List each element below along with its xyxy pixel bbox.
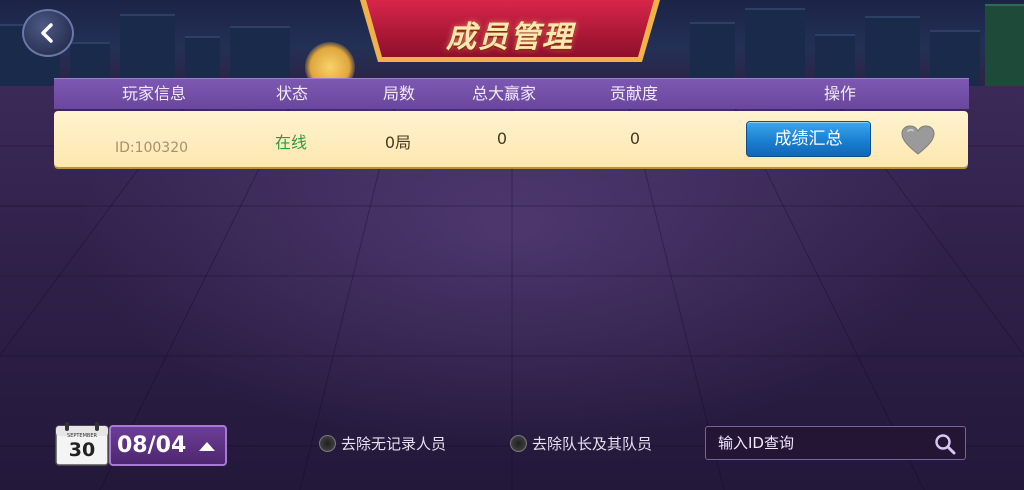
search-box — [705, 426, 966, 460]
calendar-day: 30 — [68, 439, 96, 461]
chevron-left-icon — [41, 23, 53, 43]
filter-no-record[interactable]: 去除无记录人员 — [319, 432, 446, 454]
back-button[interactable] — [22, 9, 74, 57]
radio-no-record[interactable] — [319, 434, 336, 452]
member-management-screen: 成员管理 玩家信息 状态 局数 总大赢家 贡献度 操作 ID:100320 在线… — [0, 0, 1024, 490]
player-id: ID:100320 — [114, 140, 189, 156]
column-contribution: 贡献度 — [609, 84, 658, 103]
score-summary-button[interactable]: 成绩汇总 — [746, 121, 871, 157]
column-big-winner: 总大赢家 — [471, 84, 536, 103]
table-row: ID:100320 在线 0局 0 0 成绩汇总 — [54, 111, 968, 167]
radio-captain[interactable] — [510, 434, 527, 452]
heart-icon — [901, 125, 935, 155]
chevron-up-icon — [199, 442, 215, 451]
column-games: 局数 — [382, 84, 415, 103]
search-icon[interactable] — [933, 432, 957, 456]
big-winner-count: 0 — [496, 129, 508, 148]
title-banner: 成员管理 — [356, 0, 664, 70]
games-count: 0局 — [384, 133, 412, 152]
column-player-info: 玩家信息 — [121, 84, 186, 103]
filter-captain[interactable]: 去除队长及其队员 — [510, 432, 652, 454]
favorite-button[interactable] — [900, 124, 936, 156]
calendar-icon[interactable]: SEPTEMBER 30 — [55, 422, 111, 466]
page-title: 成员管理 — [446, 20, 574, 55]
date-selector[interactable]: 08/04 — [109, 425, 227, 466]
column-status: 状态 — [275, 84, 308, 103]
contribution-value: 0 — [629, 129, 641, 148]
search-input[interactable] — [706, 427, 926, 459]
date-value: 08/04 — [117, 433, 187, 458]
filter-no-record-label: 去除无记录人员 — [341, 434, 447, 453]
filter-captain-label: 去除队长及其队员 — [532, 434, 653, 453]
status-online: 在线 — [274, 133, 307, 152]
column-actions: 操作 — [823, 84, 856, 103]
table-header: 玩家信息 状态 局数 总大赢家 贡献度 操作 — [54, 78, 969, 109]
